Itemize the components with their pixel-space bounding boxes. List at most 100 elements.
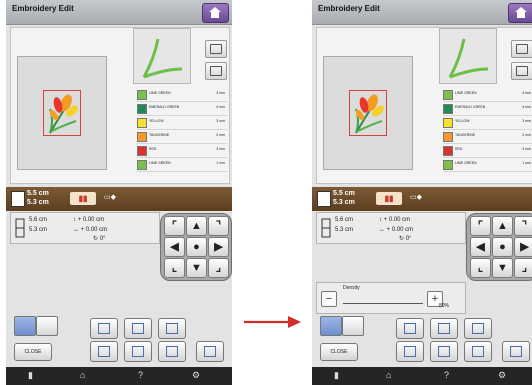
thread-thumbnail <box>133 28 191 84</box>
move-up-button[interactable]: ▲ <box>186 216 207 236</box>
size-width: 5.5 cm <box>27 190 49 197</box>
single-select-button[interactable] <box>320 316 342 336</box>
thread-row[interactable]: YELLOW 3 mm <box>137 116 227 130</box>
position-height: 5.3 cm <box>335 227 354 233</box>
document-icon[interactable]: ▮ <box>28 370 33 381</box>
home-button[interactable] <box>508 3 532 23</box>
center-icon: ● <box>193 241 200 253</box>
thread-color-swatch <box>443 132 453 142</box>
sewing-machine-icon[interactable]: ⌂ <box>80 370 85 380</box>
repeat-icon <box>516 66 528 76</box>
close-button[interactable]: CLOSE <box>320 343 358 361</box>
selection-frame <box>43 90 81 136</box>
size-button[interactable] <box>396 318 424 339</box>
move-left-button[interactable]: ◀ <box>470 237 491 257</box>
move-up-left-button[interactable]: ⌜ <box>164 216 185 236</box>
thread-row[interactable]: YELLOW 3 mm <box>443 116 532 130</box>
thread-row[interactable]: LIME GREEN 4 mm <box>443 88 532 102</box>
repeat-button[interactable] <box>205 62 227 80</box>
hoop-icon: ▭◆ <box>410 194 422 201</box>
horizontal-offset: ↔ + 0.00 cm <box>379 227 414 233</box>
center-button[interactable]: ● <box>186 237 207 257</box>
thread-row[interactable]: LIME GREEN 1 mm <box>443 158 532 172</box>
size-height: 5.3 cm <box>333 199 355 206</box>
thread-length: 3 mm <box>216 91 225 95</box>
thread-color-swatch <box>137 160 147 170</box>
thread-row[interactable]: TANGERINE 2 mm <box>443 130 532 144</box>
screen-title: Embroidery Edit <box>12 4 74 13</box>
stretch-button[interactable] <box>90 341 118 362</box>
border-button[interactable] <box>124 341 152 362</box>
thread-name: TANGERINE <box>149 133 170 137</box>
arrow-down-icon: ▼ <box>191 262 202 274</box>
thread-row[interactable]: RED 3 mm <box>137 144 227 158</box>
thread-name: YELLOW <box>149 119 164 123</box>
help-icon[interactable]: ? <box>138 370 143 380</box>
thread-length: 3 mm <box>216 147 225 151</box>
border-button[interactable] <box>430 341 458 362</box>
thread-length: 3 mm <box>522 147 531 151</box>
thread-row[interactable]: TANGERINE 2 mm <box>137 130 227 144</box>
move-up-left-button[interactable]: ⌜ <box>470 216 491 236</box>
thread-length: 2 mm <box>522 133 531 137</box>
mirror-button[interactable] <box>124 318 152 339</box>
thread-row[interactable]: EMERALD GREEN 4 mm <box>137 102 227 116</box>
thread-row[interactable]: LIME GREEN 1 mm <box>137 158 227 172</box>
move-down-button[interactable]: ▼ <box>186 258 207 278</box>
move-right-button[interactable]: ▶ <box>208 237 229 257</box>
size-button[interactable] <box>90 318 118 339</box>
settings-icon[interactable]: ⚙ <box>498 370 506 381</box>
size-bar: 5.5 cm 5.3 cm ▮▮ ▭◆ <box>6 187 232 211</box>
position-panel: 5.6 cm 5.3 cm ↕ + 0.00 cm ↔ + 0.00 cm ↻ … <box>10 212 160 244</box>
home-icon <box>515 7 527 18</box>
multi-select-button[interactable] <box>36 316 58 336</box>
thread-row[interactable]: RED 3 mm <box>443 144 532 158</box>
horizontal-offset: ↔ + 0.00 cm <box>73 227 108 233</box>
camera-button[interactable] <box>205 40 227 58</box>
pattern-panel: LIME GREEN 3 mm EMERALD GREEN 4 mm YELLOW 3 m… <box>10 27 230 184</box>
rotate-button[interactable] <box>158 318 186 339</box>
thread-color-swatch <box>137 132 147 142</box>
single-select-button[interactable] <box>14 316 36 336</box>
array-button[interactable] <box>158 341 186 362</box>
center-button[interactable]: ● <box>492 237 513 257</box>
delete-button[interactable] <box>502 341 530 362</box>
needle-icon <box>321 218 331 238</box>
move-down-right-button[interactable]: ⌟ <box>514 258 532 278</box>
move-up-right-button[interactable]: ⌝ <box>208 216 229 236</box>
thread-row[interactable]: LIME GREEN 3 mm <box>137 88 227 102</box>
thread-row[interactable]: EMERALD GREEN 4 mm <box>443 102 532 116</box>
move-up-button[interactable]: ▲ <box>492 216 513 236</box>
multi-select-button[interactable] <box>342 316 364 336</box>
array-button[interactable] <box>464 341 492 362</box>
settings-icon[interactable]: ⚙ <box>192 370 200 381</box>
thread-length: 4 mm <box>522 105 531 109</box>
rotate-button[interactable] <box>464 318 492 339</box>
stretch-icon <box>98 346 110 357</box>
move-up-right-button[interactable]: ⌝ <box>514 216 532 236</box>
thread-color-swatch <box>137 104 147 114</box>
size-icon <box>404 323 416 334</box>
move-down-left-button[interactable]: ⌞ <box>164 258 185 278</box>
stretch-icon <box>404 346 416 357</box>
camera-button[interactable] <box>511 40 532 58</box>
sewing-machine-icon[interactable]: ⌂ <box>386 370 391 380</box>
stretch-button[interactable] <box>396 341 424 362</box>
close-button[interactable]: CLOSE <box>14 343 52 361</box>
density-panel: − Density + 80% <box>316 282 466 314</box>
move-right-button[interactable]: ▶ <box>514 237 532 257</box>
move-left-button[interactable]: ◀ <box>164 237 185 257</box>
density-minus-button[interactable]: − <box>321 291 337 307</box>
thread-name: RED <box>455 147 463 151</box>
mirror-button[interactable] <box>430 318 458 339</box>
move-down-button[interactable]: ▼ <box>492 258 513 278</box>
document-icon[interactable]: ▮ <box>334 370 339 381</box>
help-icon[interactable]: ? <box>444 370 449 380</box>
density-scale[interactable] <box>343 295 423 304</box>
delete-button[interactable] <box>196 341 224 362</box>
home-button[interactable] <box>202 3 229 23</box>
thread-name: LIME GREEN <box>149 161 171 165</box>
move-down-left-button[interactable]: ⌞ <box>470 258 491 278</box>
repeat-button[interactable] <box>511 62 532 80</box>
move-down-right-button[interactable]: ⌟ <box>208 258 229 278</box>
